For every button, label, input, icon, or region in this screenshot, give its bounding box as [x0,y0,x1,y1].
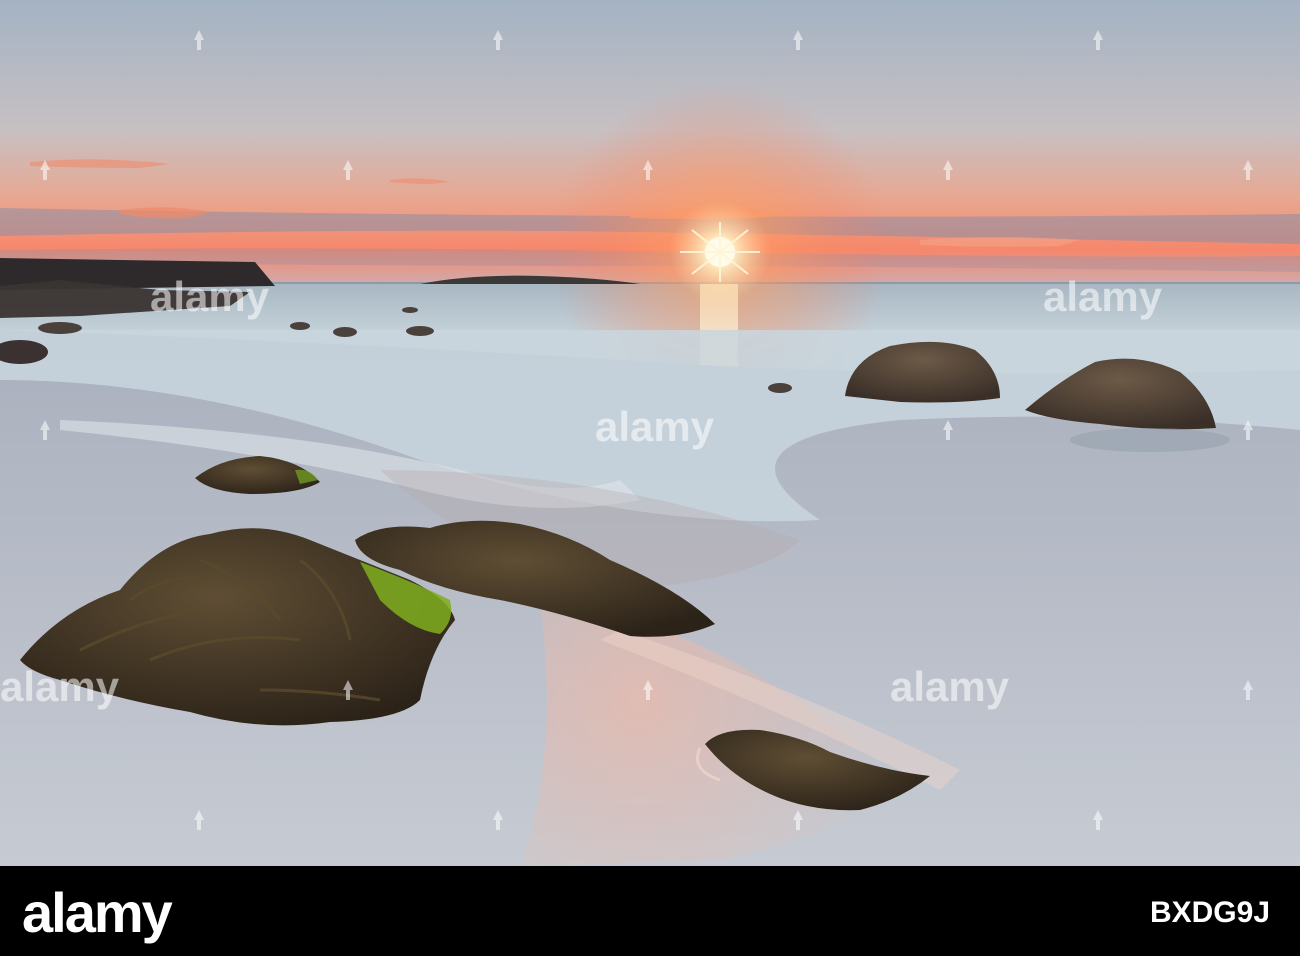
watermark-wordmark: alamy [595,403,715,450]
watermark-wordmark: alamy [1043,273,1163,320]
sunset-beach-scene: alamy alamy alamy alamy alamy [0,0,1300,866]
photo: alamy alamy alamy alamy alamy [0,0,1300,866]
watermark-wordmark: alamy [0,663,120,710]
image-id-label: BXDG9J [1090,891,1270,931]
sun [680,222,760,282]
watermark-wordmark: alamy [150,273,270,320]
watermark-wordmark: alamy [890,663,1010,710]
image-id-text: BXDG9J [1150,896,1270,929]
footer-brand-text: alamy [22,884,173,944]
alamy-logo: alamy [22,884,212,944]
